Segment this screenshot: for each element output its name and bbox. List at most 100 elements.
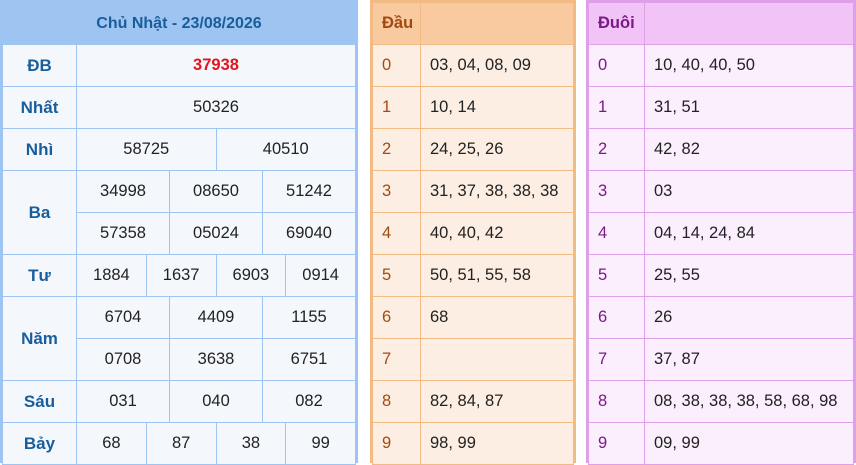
duoi-row: 2 42, 82 <box>588 128 854 171</box>
dau-values: 98, 99 <box>420 422 574 465</box>
prize-label: Nhất <box>2 86 77 129</box>
dau-row: 1 10, 14 <box>372 86 574 129</box>
duoi-values: 10, 40, 40, 50 <box>644 44 854 87</box>
dau-row: 7 <box>372 338 574 381</box>
duoi-values: 25, 55 <box>644 254 854 297</box>
dau-values: 31, 37, 38, 38, 38 <box>420 170 574 213</box>
dau-values: 50, 51, 55, 58 <box>420 254 574 297</box>
dau-values: 82, 84, 87 <box>420 380 574 423</box>
prize-value: 1884 <box>76 254 147 297</box>
prize-value: 57358 <box>76 212 170 255</box>
prize-label: ĐB <box>2 44 77 87</box>
duoi-row: 3 03 <box>588 170 854 213</box>
prize-row-tu: Tư 1884 1637 6903 0914 <box>2 254 356 297</box>
dau-digit: 7 <box>372 338 421 381</box>
prize-value: 87 <box>145 422 217 465</box>
prize-row-nhat: Nhất 50326 <box>2 86 356 129</box>
duoi-digit: 7 <box>588 338 645 381</box>
prize-value: 0914 <box>285 254 356 297</box>
prize-value: 38 <box>215 422 287 465</box>
prize-label: Bảy <box>2 422 77 465</box>
dau-row: 9 98, 99 <box>372 422 574 465</box>
duoi-row: 0 10, 40, 40, 50 <box>588 44 854 87</box>
prize-value: 6704 <box>76 296 170 339</box>
prize-row-nhi: Nhì 58725 40510 <box>2 128 356 171</box>
dau-digit: 3 <box>372 170 421 213</box>
duoi-panel: Đuôi 0 10, 40, 40, 50 1 31, 51 2 42, 82 3 03… <box>586 0 856 465</box>
prize-value: 082 <box>262 380 356 423</box>
duoi-row: 5 25, 55 <box>588 254 854 297</box>
prize-row-ba: Ba 34998 08650 51242 <box>2 170 356 255</box>
dau-row: 6 68 <box>372 296 574 339</box>
prize-value: 68 <box>76 422 147 465</box>
results-date-header: Chủ Nhật - 23/08/2026 <box>2 2 356 45</box>
duoi-values: 04, 14, 24, 84 <box>644 212 854 255</box>
prize-label: Năm <box>2 296 77 381</box>
dau-digit: 2 <box>372 128 421 171</box>
duoi-digit: 1 <box>588 86 645 129</box>
prize-value: 4409 <box>169 296 263 339</box>
duoi-row: 4 04, 14, 24, 84 <box>588 212 854 255</box>
dau-digit: 5 <box>372 254 421 297</box>
duoi-values: 31, 51 <box>644 86 854 129</box>
dau-values: 24, 25, 26 <box>420 128 574 171</box>
prize-value: 40510 <box>215 128 356 171</box>
duoi-row: 6 26 <box>588 296 854 339</box>
duoi-header-blank <box>644 2 854 45</box>
duoi-row: 7 37, 87 <box>588 338 854 381</box>
prize-value: 34998 <box>76 170 170 213</box>
prize-value: 040 <box>169 380 263 423</box>
dau-digit: 6 <box>372 296 421 339</box>
duoi-values: 09, 99 <box>644 422 854 465</box>
special-prize-value: 37938 <box>76 44 356 87</box>
duoi-values: 37, 87 <box>644 338 854 381</box>
dau-digit: 1 <box>372 86 421 129</box>
dau-values: 40, 40, 42 <box>420 212 574 255</box>
prize-label: Sáu <box>2 380 77 423</box>
dau-table: Đầu 0 03, 04, 08, 09 1 10, 14 2 24, 25, 26 … <box>372 2 574 465</box>
duoi-digit: 2 <box>588 128 645 171</box>
prize-value: 1155 <box>262 296 356 339</box>
dau-values: 10, 14 <box>420 86 574 129</box>
duoi-digit: 0 <box>588 44 645 87</box>
prize-value: 99 <box>285 422 356 465</box>
dau-row: 2 24, 25, 26 <box>372 128 574 171</box>
prize-row-sau: Sáu 031 040 082 <box>2 380 356 423</box>
duoi-digit: 5 <box>588 254 645 297</box>
prize-value: 69040 <box>262 212 356 255</box>
duoi-row: 1 31, 51 <box>588 86 854 129</box>
dau-row: 5 50, 51, 55, 58 <box>372 254 574 297</box>
duoi-digit: 6 <box>588 296 645 339</box>
prize-value: 51242 <box>262 170 356 213</box>
duoi-digit: 8 <box>588 380 645 423</box>
dau-row: 0 03, 04, 08, 09 <box>372 44 574 87</box>
prize-value: 3638 <box>169 338 263 381</box>
duoi-row: 9 09, 99 <box>588 422 854 465</box>
prize-label: Nhì <box>2 128 77 171</box>
duoi-values: 26 <box>644 296 854 339</box>
prize-value: 031 <box>76 380 170 423</box>
duoi-digit: 4 <box>588 212 645 255</box>
duoi-values: 42, 82 <box>644 128 854 171</box>
dau-values: 03, 04, 08, 09 <box>420 44 574 87</box>
dau-digit: 8 <box>372 380 421 423</box>
prize-label: Tư <box>2 254 77 297</box>
prize-row-nam: Năm 6704 4409 1155 <box>2 296 356 381</box>
duoi-digit: 3 <box>588 170 645 213</box>
prize-value: 58725 <box>76 128 217 171</box>
dau-header: Đầu <box>372 2 421 45</box>
results-panel: Chủ Nhật - 23/08/2026 ĐB 37938 Nhất 5032… <box>0 0 358 465</box>
dau-values <box>420 338 574 381</box>
prize-value: 50326 <box>76 86 356 129</box>
prize-value: 08650 <box>169 170 263 213</box>
duoi-values: 08, 38, 38, 38, 58, 68, 98 <box>644 380 854 423</box>
dau-panel: Đầu 0 03, 04, 08, 09 1 10, 14 2 24, 25, 26 … <box>370 0 576 465</box>
dau-values: 68 <box>420 296 574 339</box>
prize-value: 0708 <box>76 338 170 381</box>
prize-label: Ba <box>2 170 77 255</box>
prize-row-db: ĐB 37938 <box>2 44 356 87</box>
prize-row-bay: Bảy 68 87 38 99 <box>2 422 356 465</box>
dau-digit: 0 <box>372 44 421 87</box>
dau-digit: 4 <box>372 212 421 255</box>
dau-row: 3 31, 37, 38, 38, 38 <box>372 170 574 213</box>
